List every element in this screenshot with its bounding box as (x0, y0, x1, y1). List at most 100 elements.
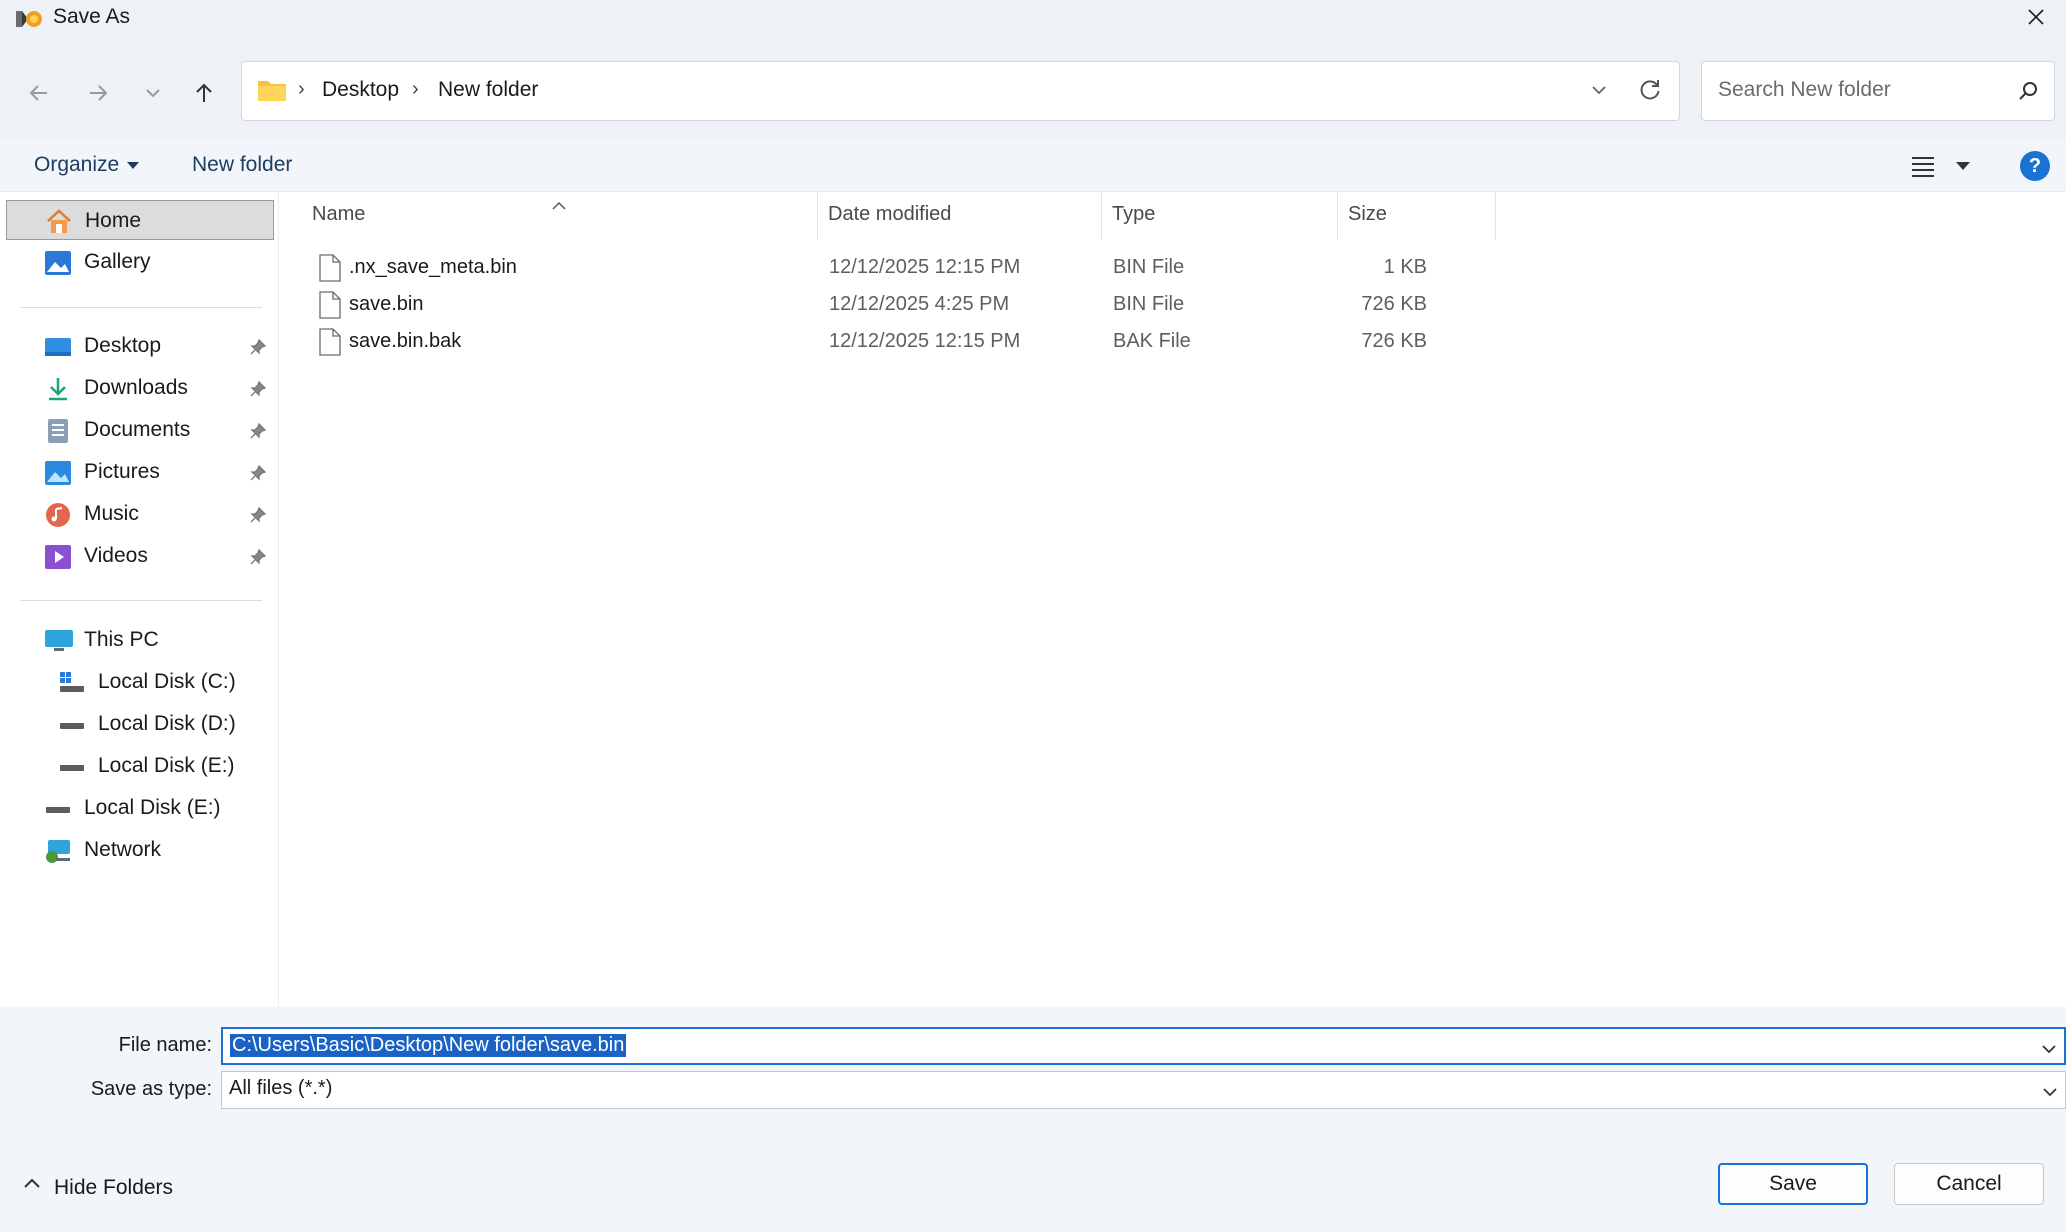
pin-icon[interactable] (250, 338, 267, 361)
breadcrumb-new-folder[interactable]: New folder (438, 78, 538, 102)
chevron-up-icon (24, 1178, 40, 1188)
sidebar-label: Local Disk (E:) (84, 796, 221, 819)
file-name-value: C:\Users\Basic\Desktop\New folder\save.b… (230, 1034, 627, 1057)
file-date: 12/12/2025 12:15 PM (829, 330, 1021, 352)
column-divider[interactable] (1337, 192, 1338, 240)
save-button[interactable]: Save (1718, 1163, 1868, 1205)
pin-icon[interactable] (250, 464, 267, 487)
sidebar-item-pictures[interactable]: Pictures (6, 452, 274, 492)
file-icon (319, 254, 341, 288)
breadcrumb-separator: › (298, 78, 305, 100)
sidebar-label: Music (84, 502, 139, 525)
dialog-footer: Hide Folders Save Cancel (0, 1135, 2066, 1232)
sidebar-label: Local Disk (E:) (98, 754, 235, 777)
sidebar-divider (20, 307, 262, 308)
file-name: save.bin.bak (349, 330, 462, 352)
drive-icon (58, 712, 84, 738)
view-options-button[interactable] (1910, 154, 1936, 184)
sidebar-item-network[interactable]: Network (6, 830, 274, 870)
search-input[interactable]: Search New folder (1701, 61, 2055, 121)
sidebar-label: Documents (84, 418, 191, 441)
list-view-icon (1912, 157, 1934, 177)
new-folder-button[interactable]: New folder (192, 153, 292, 177)
file-row[interactable]: save.bin.bak 12/12/2025 12:15 PM BAK Fil… (309, 324, 1775, 360)
chevron-down-icon (2042, 1045, 2056, 1054)
network-icon (44, 838, 70, 864)
address-history-button[interactable] (1589, 80, 1609, 106)
file-name-field[interactable]: C:\Users\Basic\Desktop\New folder\save.b… (221, 1027, 2066, 1065)
column-header-type[interactable]: Type (1112, 203, 1155, 226)
command-bar: Organize New folder ? (0, 140, 2066, 192)
sidebar-item-desktop[interactable]: Desktop (6, 326, 274, 366)
back-button[interactable] (19, 73, 59, 113)
file-row[interactable]: save.bin 12/12/2025 4:25 PM BIN File 726… (309, 287, 1775, 323)
help-button[interactable]: ? (2020, 151, 2050, 181)
chevron-down-icon (146, 89, 160, 98)
file-type: BIN File (1113, 256, 1185, 278)
file-name: .nx_save_meta.bin (349, 256, 517, 278)
hide-folders-toggle[interactable] (22, 1174, 42, 1197)
pin-icon[interactable] (250, 380, 267, 403)
close-button[interactable] (2014, 0, 2058, 34)
sidebar-item-documents[interactable]: Documents (6, 410, 274, 450)
organize-menu-button[interactable]: Organize (34, 153, 140, 177)
file-name-dropdown[interactable] (2040, 1039, 2058, 1062)
file-size: 726 KB (1361, 293, 1427, 315)
file-icon (319, 328, 341, 362)
column-divider[interactable] (1101, 192, 1102, 240)
sidebar-item-local-disk-e[interactable]: Local Disk (E:) (6, 746, 274, 786)
file-type: BAK File (1113, 330, 1191, 352)
view-dropdown-arrow[interactable] (1956, 162, 1970, 170)
window-title: Save As (53, 5, 131, 28)
folder-icon (257, 77, 287, 109)
pin-icon[interactable] (250, 422, 267, 445)
sidebar-label: Local Disk (C:) (98, 670, 236, 693)
drive-icon (44, 796, 70, 822)
pin-icon[interactable] (250, 506, 267, 529)
sidebar-item-this-pc[interactable]: This PC (6, 620, 274, 660)
file-row[interactable]: .nx_save_meta.bin 12/12/2025 12:15 PM BI… (309, 250, 1775, 286)
sidebar-label: Gallery (84, 250, 151, 273)
sidebar-label: Home (85, 209, 142, 232)
sidebar-item-local-disk-d[interactable]: Local Disk (D:) (6, 704, 274, 744)
caret-down-icon (127, 161, 140, 169)
breadcrumb-desktop[interactable]: Desktop (322, 78, 399, 102)
sidebar-item-videos[interactable]: Videos (6, 536, 274, 576)
sidebar-label: Videos (84, 544, 148, 567)
chevron-down-icon (2043, 1088, 2057, 1097)
arrow-left-icon (29, 85, 47, 101)
pin-icon[interactable] (250, 548, 267, 571)
up-button[interactable] (184, 73, 224, 113)
gallery-icon (44, 250, 71, 276)
sidebar-item-music[interactable]: Music (6, 494, 274, 534)
sidebar-item-local-disk-c[interactable]: Local Disk (C:) (6, 662, 274, 702)
documents-icon (44, 418, 70, 444)
sidebar-label: Local Disk (D:) (98, 712, 236, 735)
sidebar-label: Desktop (84, 334, 162, 357)
forward-button[interactable] (78, 73, 118, 113)
sidebar-item-local-disk-e-root[interactable]: Local Disk (E:) (6, 788, 274, 828)
save-as-type-select[interactable]: All files (*.*) (221, 1071, 2066, 1109)
refresh-button[interactable] (1637, 77, 1663, 109)
cancel-button[interactable]: Cancel (1894, 1163, 2044, 1205)
save-as-type-dropdown[interactable] (2041, 1082, 2059, 1105)
column-divider[interactable] (1495, 192, 1496, 240)
sidebar-item-downloads[interactable]: Downloads (6, 368, 274, 408)
file-type: BIN File (1113, 293, 1185, 315)
file-name: save.bin (349, 293, 424, 315)
refresh-icon (1640, 80, 1660, 100)
sidebar-item-home[interactable]: Home (6, 200, 274, 240)
desktop-icon (44, 334, 71, 360)
file-date: 12/12/2025 4:25 PM (829, 293, 1010, 315)
recent-locations-button[interactable] (133, 73, 173, 113)
hide-folders-button[interactable]: Hide Folders (54, 1176, 173, 1200)
column-header-name[interactable]: Name (312, 203, 365, 226)
file-icon (319, 291, 341, 325)
column-divider[interactable] (817, 192, 818, 240)
sidebar-item-gallery[interactable]: Gallery (6, 242, 274, 282)
column-header-size[interactable]: Size (1348, 203, 1387, 226)
column-header-date-modified[interactable]: Date modified (828, 203, 951, 226)
sort-ascending-icon (551, 194, 567, 217)
app-icon (14, 6, 44, 34)
address-bar[interactable]: › Desktop › New folder (241, 61, 1680, 121)
